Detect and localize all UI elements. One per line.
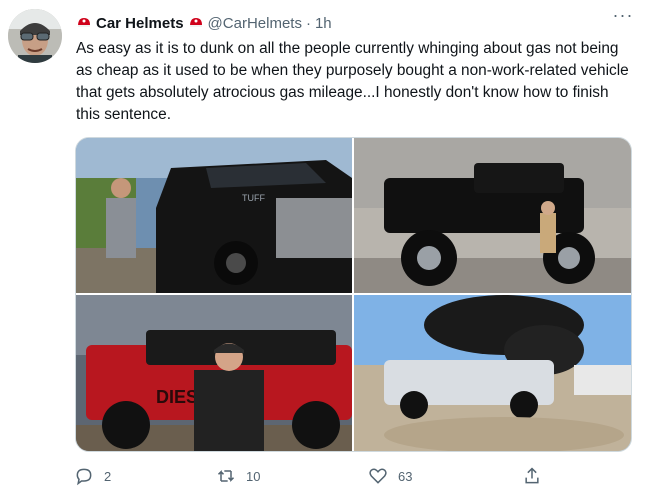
helmet-icon	[76, 15, 92, 31]
like-count: 63	[398, 468, 413, 484]
reply-icon	[76, 468, 92, 486]
media-photo-3[interactable]: DIESEL	[76, 295, 352, 451]
tweet-text: As easy as it is to dunk on all the peop…	[76, 40, 629, 123]
media-photo-1[interactable]: TUFF	[76, 138, 352, 293]
more-icon[interactable]: ···	[612, 6, 634, 30]
retweet-count: 10	[246, 468, 261, 484]
like-button[interactable]: 63	[368, 462, 412, 490]
tweet-actions: 2 10 63	[70, 462, 550, 490]
author-name-group[interactable]: Car Helmets	[76, 15, 204, 32]
tweet[interactable]: Car Helmets @CarHelmets · 1h ··· As easy…	[0, 0, 652, 500]
avatar[interactable]	[8, 9, 62, 63]
separator-dot: ·	[305, 14, 311, 32]
retweet-icon	[217, 470, 235, 482]
share-icon	[525, 467, 539, 484]
like-icon	[369, 468, 387, 484]
share-button[interactable]	[522, 462, 542, 490]
media-grid: TUFF DIESEL	[75, 137, 632, 452]
media-photo-4[interactable]	[354, 295, 631, 451]
helmet-icon	[188, 15, 204, 31]
author-handle[interactable]: @CarHelmets	[208, 15, 302, 32]
reply-button[interactable]: 2	[74, 462, 111, 490]
retweet-button[interactable]: 10	[216, 462, 260, 490]
reply-count: 2	[104, 468, 112, 484]
media-photo-2[interactable]	[354, 138, 631, 293]
truck-text: TUFF	[242, 193, 265, 203]
author-name[interactable]: Car Helmets	[96, 15, 184, 32]
tweet-header: Car Helmets @CarHelmets · 1h	[76, 12, 622, 34]
timestamp[interactable]: 1h	[315, 15, 332, 32]
